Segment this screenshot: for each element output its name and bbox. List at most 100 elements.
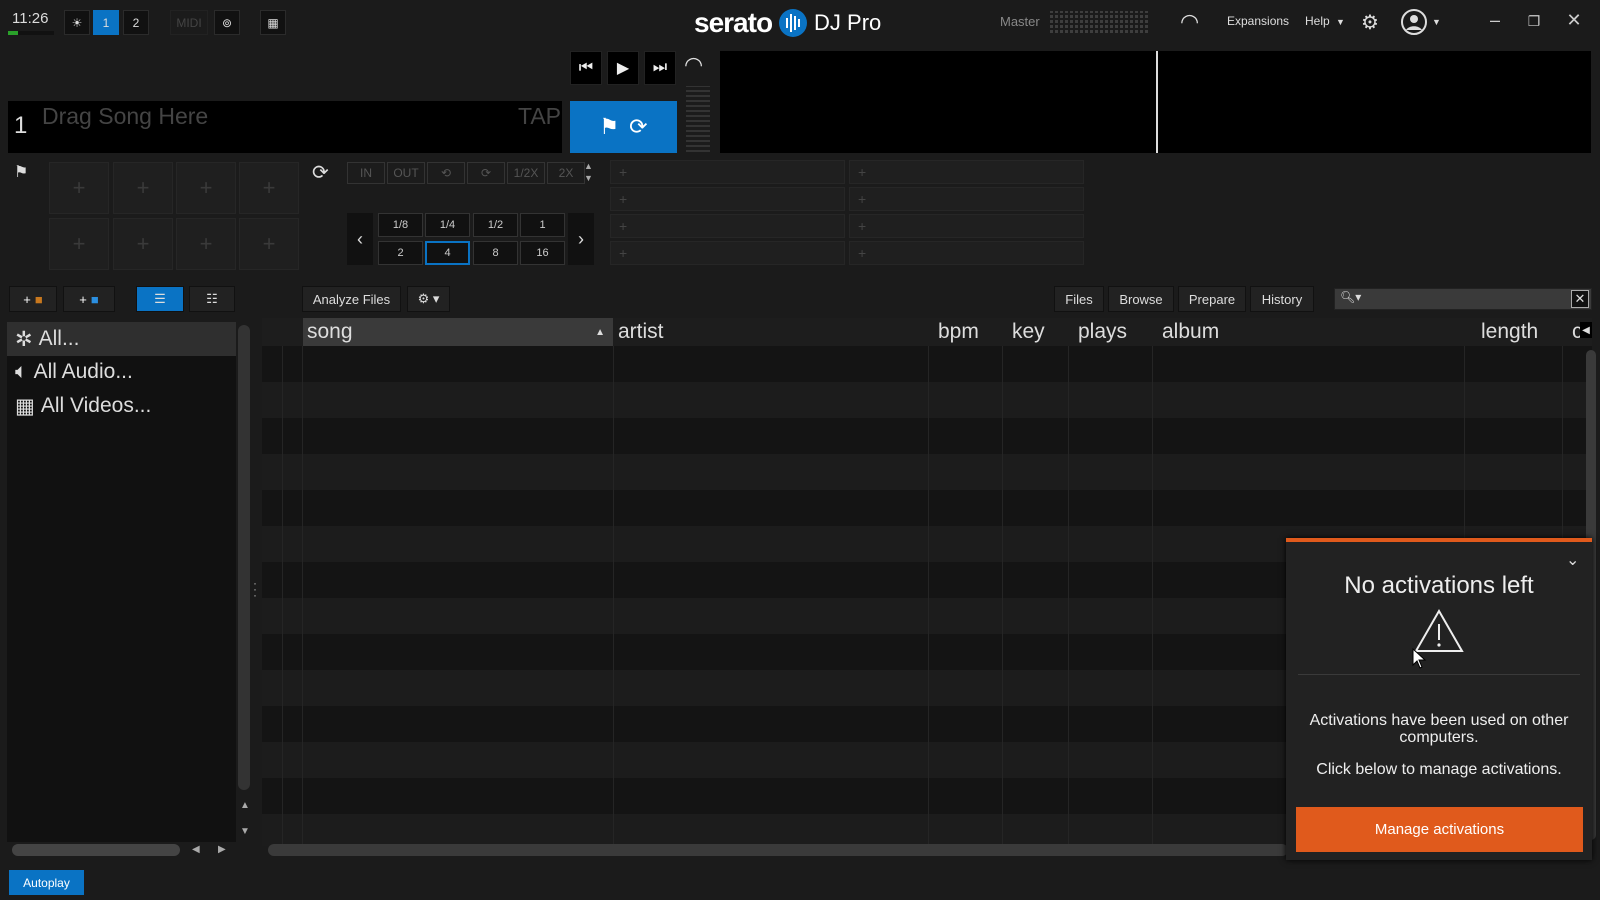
tab-files[interactable]: Files — [1054, 286, 1104, 312]
analyze-files-button[interactable]: Analyze Files — [302, 286, 401, 312]
table-row[interactable] — [262, 418, 1592, 454]
cue-slot-7[interactable]: + — [849, 214, 1084, 238]
loop-active-icon[interactable]: ⟳ — [467, 162, 505, 184]
crate-all-audio[interactable]: 🔈︎All Audio... — [7, 355, 236, 389]
cue-slot-4[interactable]: + — [610, 241, 845, 265]
sync-status-icon[interactable]: ◠ — [1180, 9, 1199, 35]
scroll-down-icon[interactable]: ▼ — [240, 826, 250, 837]
detail-view-icon: ☷ — [206, 291, 218, 307]
beatjump-1-2[interactable]: 1/2 — [473, 213, 518, 237]
account-avatar-icon[interactable] — [1400, 8, 1428, 36]
column-key[interactable]: key — [1008, 318, 1045, 346]
column-song[interactable]: song▲ — [303, 318, 613, 346]
column-menu-icon[interactable]: ◀ — [1580, 322, 1592, 338]
scroll-right-icon[interactable]: ▶ — [218, 844, 226, 855]
play-button[interactable]: ▶ — [607, 51, 639, 85]
next-track-button[interactable]: ⏭ — [644, 51, 676, 85]
close-icon[interactable]: ✕ — [1562, 10, 1586, 31]
cue-pad-6[interactable]: + — [113, 218, 173, 270]
beatjump-1-8[interactable]: 1/8 — [378, 213, 423, 237]
tempo-knob-icon[interactable]: ◠ — [684, 52, 703, 78]
loop-stepper-icon[interactable]: ▲▼ — [584, 160, 593, 184]
add-crate-button[interactable]: +■ — [9, 286, 57, 312]
sidebar-scrollbar[interactable] — [238, 325, 250, 790]
midi-button[interactable]: MIDI — [170, 10, 208, 35]
tab-prepare[interactable]: Prepare — [1178, 286, 1246, 312]
loop-icon[interactable]: ⟳ — [312, 160, 329, 185]
column-album[interactable]: album — [1158, 318, 1219, 346]
beatjump-back-button[interactable]: ‹ — [347, 213, 373, 265]
scroll-left-icon[interactable]: ◀ — [192, 844, 200, 855]
cue-slot-6[interactable]: + — [849, 187, 1084, 211]
loop-double-button[interactable]: 2X — [547, 162, 585, 184]
list-view-button[interactable]: ☰ — [136, 286, 184, 312]
deck-2-button[interactable]: 2 — [123, 10, 149, 35]
tap-button[interactable]: TAP — [518, 103, 561, 130]
cue-pad-1[interactable]: + — [49, 162, 109, 214]
quantize-icon[interactable]: ⊚ — [214, 10, 240, 35]
tab-history[interactable]: History — [1250, 286, 1314, 312]
column-length[interactable]: length — [1477, 318, 1538, 346]
loop-out-button[interactable]: OUT — [387, 162, 425, 184]
table-row[interactable] — [262, 346, 1592, 382]
table-row[interactable] — [262, 490, 1592, 526]
loop-half-button[interactable]: 1/2X — [507, 162, 545, 184]
settings-gear-icon[interactable]: ⚙ — [1361, 10, 1379, 35]
splitter-handle[interactable]: ··· — [253, 580, 257, 598]
crate-all-videos[interactable]: ▦All Videos... — [7, 389, 236, 423]
manage-activations-button[interactable]: Manage activations — [1296, 807, 1583, 852]
search-input[interactable] — [1334, 288, 1592, 310]
column-artist[interactable]: artist — [614, 318, 664, 346]
cue-slot-2[interactable]: + — [610, 187, 845, 211]
reloop-icon[interactable]: ⟲ — [427, 162, 465, 184]
add-smart-crate-button[interactable]: +■ — [63, 286, 115, 312]
all-crate-icon: ✲ — [15, 327, 33, 352]
brightness-icon[interactable]: ☀ — [64, 10, 90, 35]
column-divider — [613, 346, 614, 846]
minimize-icon[interactable]: – — [1483, 10, 1507, 31]
cue-pad-5[interactable]: + — [49, 218, 109, 270]
cue-pad-4[interactable]: + — [239, 162, 299, 214]
cue-pad-2[interactable]: + — [113, 162, 173, 214]
video-icon[interactable]: ▦ — [260, 10, 286, 35]
table-row[interactable] — [262, 382, 1592, 418]
beatjump-forward-button[interactable]: › — [568, 213, 594, 265]
library-settings-button[interactable]: ⚙ ▾ — [407, 286, 450, 312]
beatjump-4-selected[interactable]: 4 — [425, 241, 470, 265]
restore-icon[interactable]: ❐ — [1522, 13, 1546, 30]
table-row[interactable] — [262, 454, 1592, 490]
cue-slot-5[interactable]: + — [849, 160, 1084, 184]
beatjump-2[interactable]: 2 — [378, 241, 423, 265]
crate-all[interactable]: ✲All... — [7, 322, 236, 356]
waveform-overview[interactable] — [720, 51, 1591, 153]
tab-browse[interactable]: Browse — [1108, 286, 1174, 312]
beatjump-1-4[interactable]: 1/4 — [425, 213, 470, 237]
collapse-chevron-icon[interactable]: ⌄ — [1566, 550, 1579, 570]
loop-in-button[interactable]: IN — [347, 162, 385, 184]
cue-pad-7[interactable]: + — [176, 218, 236, 270]
column-plays[interactable]: plays — [1074, 318, 1127, 346]
previous-track-button[interactable]: ⏮ — [570, 51, 602, 85]
beatjump-1[interactable]: 1 — [520, 213, 565, 237]
account-chevron-icon[interactable]: ▼ — [1432, 17, 1441, 27]
autoplay-button[interactable]: Autoplay — [9, 870, 84, 895]
help-menu[interactable]: Help — [1305, 14, 1330, 28]
product-name: DJ Pro — [814, 10, 881, 36]
search-clear-icon[interactable]: ✕ — [1571, 290, 1589, 308]
cue-slot-1[interactable]: + — [610, 160, 845, 184]
cue-pad-3[interactable]: + — [176, 162, 236, 214]
deck-1-button[interactable]: 1 — [93, 10, 119, 35]
cue-pad-8[interactable]: + — [239, 218, 299, 270]
cue-slot-3[interactable]: + — [610, 214, 845, 238]
beatjump-8[interactable]: 8 — [473, 241, 518, 265]
search-icon[interactable]: 🔍︎▾ — [1340, 290, 1361, 304]
beatjump-16[interactable]: 16 — [520, 241, 565, 265]
detail-view-button[interactable]: ☷ — [189, 286, 235, 312]
sidebar-horizontal-scrollbar[interactable] — [12, 844, 180, 856]
column-bpm[interactable]: bpm — [934, 318, 979, 346]
cue-slot-8[interactable]: + — [849, 241, 1084, 265]
expansions-link[interactable]: Expansions — [1227, 14, 1289, 28]
scroll-up-icon[interactable]: ▲ — [240, 800, 250, 811]
table-horizontal-scrollbar[interactable] — [268, 844, 1288, 856]
sync-cue-mode-button[interactable]: ⚑⟳ — [570, 101, 677, 153]
